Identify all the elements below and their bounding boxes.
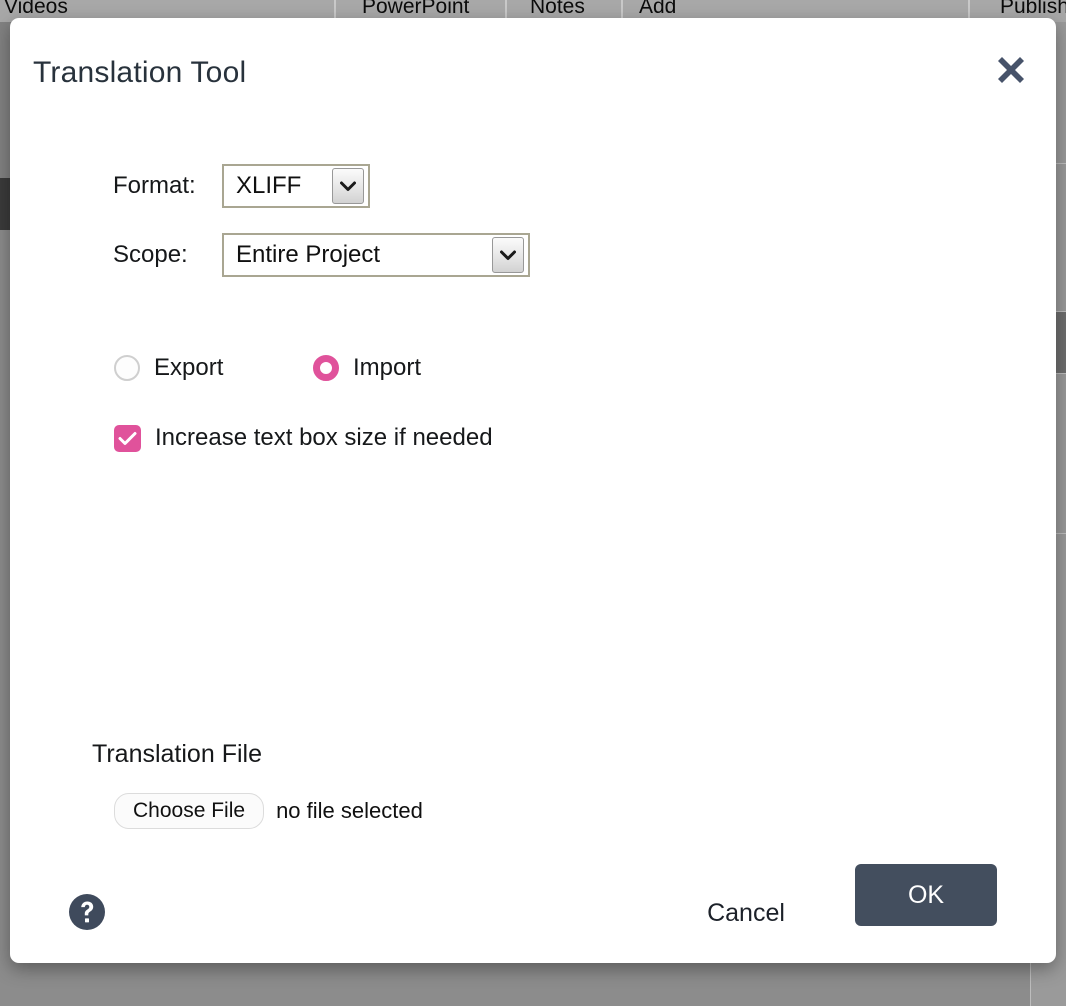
toolbar-tab-publish[interactable]: Publish: [1000, 0, 1066, 18]
cancel-button[interactable]: Cancel: [690, 893, 802, 933]
chevron-down-icon[interactable]: [492, 237, 524, 273]
ok-button[interactable]: OK: [855, 864, 997, 926]
format-selected-value: XLIFF: [224, 172, 332, 200]
dialog-title: Translation Tool: [33, 56, 246, 90]
translation-file-title: Translation File: [92, 740, 262, 769]
scope-field-row: Scope: Entire Project: [113, 233, 530, 277]
chevron-down-icon[interactable]: [332, 168, 364, 204]
checkmark-icon: [114, 425, 141, 452]
toolbar-tab-powerpoint[interactable]: PowerPoint: [362, 0, 469, 18]
toolbar-tab-videos[interactable]: Videos: [4, 0, 68, 18]
format-select[interactable]: XLIFF: [222, 164, 370, 208]
file-status-text: no file selected: [276, 798, 423, 824]
toolbar-tab-notes[interactable]: Notes: [530, 0, 585, 18]
radio-import-label: Import: [353, 354, 421, 382]
file-picker-row: Choose File no file selected: [114, 793, 423, 829]
dialog-header: Translation Tool: [10, 18, 1056, 106]
radio-export-label: Export: [154, 354, 223, 382]
radio-import[interactable]: Import: [313, 354, 421, 382]
scope-select[interactable]: Entire Project: [222, 233, 530, 277]
choose-file-button[interactable]: Choose File: [114, 793, 264, 829]
increase-textbox-label: Increase text box size if needed: [155, 424, 493, 452]
close-icon[interactable]: [987, 46, 1035, 94]
increase-textbox-checkbox[interactable]: Increase text box size if needed: [114, 424, 493, 452]
translation-file-section: Translation File Choose File no file sel…: [92, 740, 262, 769]
question-mark-circle-icon[interactable]: [67, 892, 107, 932]
radio-unselected-icon: [114, 355, 140, 381]
radio-export[interactable]: Export: [114, 354, 223, 382]
scope-selected-value: Entire Project: [224, 241, 492, 269]
format-field-row: Format: XLIFF: [113, 164, 370, 208]
toolbar-tab-add[interactable]: Add: [639, 0, 676, 18]
scope-label: Scope:: [113, 241, 222, 269]
translation-tool-dialog: Translation Tool Format: XLIFF Scope: En…: [10, 18, 1056, 963]
format-label: Format:: [113, 172, 222, 200]
radio-selected-icon: [313, 355, 339, 381]
